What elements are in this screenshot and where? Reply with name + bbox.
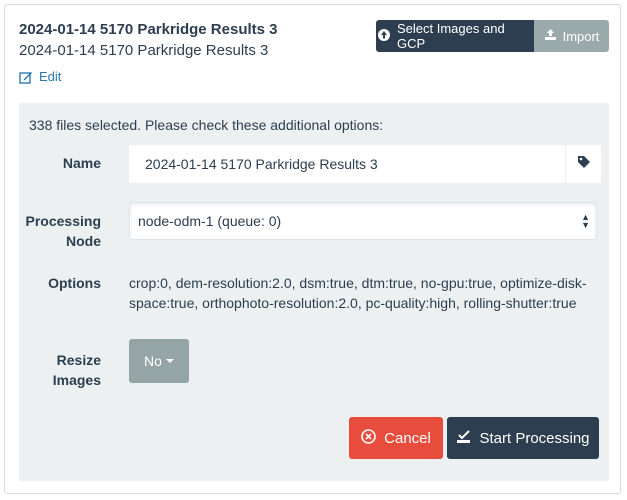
- name-label: Name: [62, 155, 101, 171]
- processing-node-label-line1: Processing: [25, 213, 101, 229]
- edit-label: Edit: [39, 69, 62, 84]
- options-value: crop:0, dem-resolution:2.0, dsm:true, dt…: [129, 275, 587, 311]
- resize-label-line2: Images: [52, 372, 101, 388]
- task-subtitle: 2024-01-14 5170 Parkridge Results 3: [19, 42, 269, 59]
- start-processing-label: Start Processing: [479, 429, 590, 447]
- upload-icon: [377, 28, 391, 45]
- import-label: Import: [562, 28, 600, 44]
- resize-images-label: Resize Images: [39, 350, 101, 390]
- processing-node-label: Processing Node: [21, 211, 101, 251]
- tag-icon: [577, 155, 591, 174]
- options-label: Options: [48, 275, 101, 291]
- edit-icon: [19, 70, 33, 84]
- processing-options-box: 338 files selected. Please check these a…: [19, 103, 609, 481]
- resize-label-line1: Resize: [56, 352, 101, 368]
- header-button-group: Select Images and GCP Import: [376, 20, 609, 52]
- cancel-label: Cancel: [384, 429, 431, 447]
- processing-node-select[interactable]: node-odm-1 (queue: 0) ▲ ▼: [129, 202, 597, 240]
- select-images-button[interactable]: Select Images and GCP: [376, 20, 534, 52]
- cancel-circle-icon: [361, 428, 376, 448]
- select-images-label: Select Images and GCP: [397, 21, 505, 51]
- name-input[interactable]: 2024-01-14 5170 Parkridge Results 3: [129, 145, 565, 183]
- resize-value: No: [144, 353, 162, 369]
- select-arrows-icon: ▲ ▼: [581, 212, 590, 230]
- resize-images-dropdown[interactable]: No: [129, 339, 189, 383]
- import-button[interactable]: Import: [534, 20, 609, 52]
- processing-node-value: node-odm-1 (queue: 0): [138, 213, 282, 229]
- task-panel: 2024-01-14 5170 Parkridge Results 3 2024…: [4, 4, 621, 494]
- cancel-button[interactable]: Cancel: [349, 417, 443, 459]
- check-square-icon: [456, 429, 471, 448]
- task-title: 2024-01-14 5170 Parkridge Results 3: [19, 21, 278, 38]
- files-selected-notice: 338 files selected. Please check these a…: [29, 117, 384, 133]
- start-processing-button[interactable]: Start Processing: [447, 417, 599, 459]
- processing-node-label-line2: Node: [66, 233, 101, 249]
- caret-down-icon: [165, 359, 174, 363]
- import-icon: [544, 28, 557, 44]
- tag-button[interactable]: [565, 145, 601, 183]
- edit-link[interactable]: Edit: [19, 69, 61, 84]
